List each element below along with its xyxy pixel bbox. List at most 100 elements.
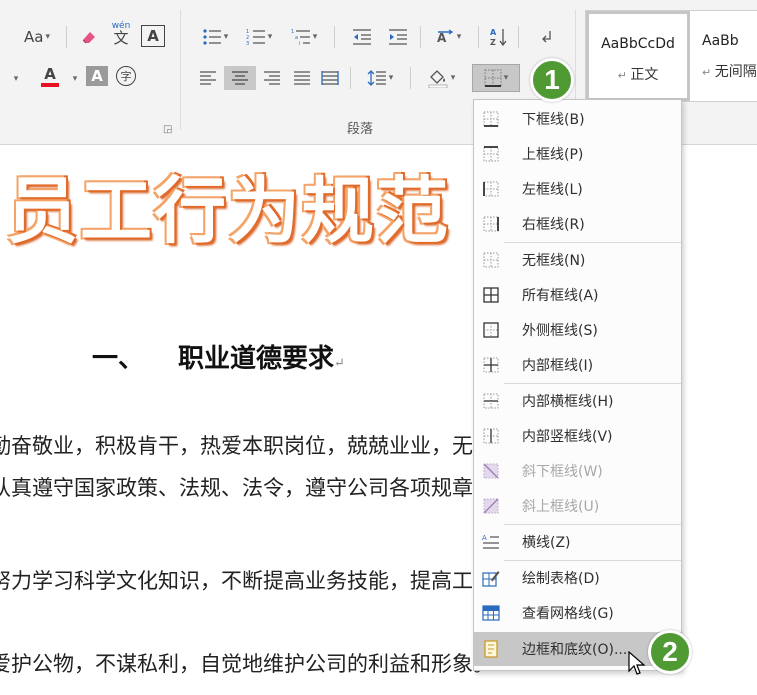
borders-dropdown-menu: 下框线(B) 上框线(P) 左框线(L) 右框线(R) 无框线(N) 所有框线(…: [473, 99, 682, 671]
align-right-icon: [264, 71, 280, 85]
style-preview: AaBbCcDd: [601, 36, 675, 52]
borders-shading-icon: [482, 640, 500, 658]
inside-vertical-border-icon: [482, 427, 500, 445]
all-borders-icon: [482, 286, 500, 304]
eraser-icon: [82, 32, 95, 44]
change-case-label: Aa: [24, 28, 44, 46]
svg-text:A: A: [482, 534, 487, 542]
menu-item-label: 绘制表格(D): [522, 571, 600, 587]
svg-text:A: A: [437, 31, 447, 45]
document-title: 员工行为规范: [6, 168, 451, 253]
font-color-label: A: [44, 65, 56, 83]
svg-text:3: 3: [246, 41, 249, 46]
shading-button[interactable]: ▾: [420, 66, 462, 90]
numbering-button[interactable]: 1 2 3 ▾: [240, 25, 278, 49]
menu-item-horizontal-line[interactable]: A 横线(Z): [474, 525, 681, 559]
sort-icon: AZ: [490, 28, 507, 47]
view-gridlines-icon: [482, 604, 500, 622]
style-normal[interactable]: AaBbCcDd ↵ 正文: [586, 11, 690, 101]
menu-item-inside-horizontal-border[interactable]: 内部横框线(H): [474, 384, 681, 418]
inside-horizontal-border-icon: [482, 392, 500, 410]
step-badge-1: 1: [530, 58, 574, 102]
divider: [410, 67, 411, 89]
menu-item-label: 边框和底纹(O)...: [522, 642, 628, 658]
divider: [334, 26, 335, 48]
horizontal-line-icon: A: [482, 533, 500, 551]
chevron-down-icon: ▾: [45, 32, 50, 42]
align-center-icon: [232, 71, 248, 85]
show-hide-marks-button[interactable]: [534, 25, 558, 49]
sort-button[interactable]: AZ: [486, 25, 512, 49]
character-border-label: A: [147, 27, 159, 45]
diagonal-down-border-icon: [482, 462, 500, 480]
menu-item-no-border[interactable]: 无框线(N): [474, 243, 681, 277]
chinese-layout-icon: A: [437, 29, 453, 45]
paragraph-group-label: 段落: [347, 122, 374, 137]
menu-item-top-border[interactable]: 上框线(P): [474, 137, 681, 171]
menu-item-label: 外侧框线(S): [522, 323, 598, 339]
menu-item-all-borders[interactable]: 所有框线(A): [474, 278, 681, 312]
align-right-button[interactable]: [260, 66, 284, 90]
menu-item-inside-vertical-border[interactable]: 内部竖框线(V): [474, 419, 681, 453]
menu-item-label: 无框线(N): [522, 253, 586, 269]
change-case-button[interactable]: Aa ▾: [14, 25, 60, 49]
menu-item-label: 内部横框线(H): [522, 394, 614, 410]
phonetic-guide-button[interactable]: wén 文: [106, 22, 136, 46]
body-line: 爱护公物，不谋私利，自觉地维护公司的利益和形象。: [0, 652, 494, 676]
divider: [66, 26, 67, 48]
align-center-button[interactable]: [224, 66, 256, 90]
multilevel-list-button[interactable]: 1 a i ▾: [284, 25, 324, 49]
decrease-indent-button[interactable]: [348, 25, 376, 49]
menu-item-inside-borders[interactable]: 内部框线(I): [474, 348, 681, 382]
bullet-list-icon: [203, 29, 221, 45]
justify-button[interactable]: [290, 66, 314, 90]
style-no-spacing[interactable]: AaBb ↵ 无间隔: [692, 11, 757, 101]
svg-text:a: a: [295, 35, 298, 41]
increase-indent-button[interactable]: [384, 25, 412, 49]
left-border-icon: [482, 180, 500, 198]
menu-item-right-border[interactable]: 右框线(R): [474, 207, 681, 241]
no-border-icon: [482, 251, 500, 269]
phonetic-guide-char: 文: [113, 29, 129, 47]
chevron-down-icon[interactable]: ▾: [68, 67, 80, 91]
chinese-layout-button[interactable]: A ▾: [428, 25, 468, 49]
chevron-down-icon[interactable]: ▾: [8, 67, 22, 91]
enclose-characters-button[interactable]: 字: [114, 64, 138, 88]
bullets-button[interactable]: ▾: [196, 25, 234, 49]
borders-button[interactable]: ▾: [472, 64, 520, 92]
menu-item-bottom-border[interactable]: 下框线(B): [474, 102, 681, 136]
right-border-icon: [482, 215, 500, 233]
justify-icon: [294, 71, 310, 85]
menu-item-label: 内部竖框线(V): [522, 429, 613, 445]
section-number: 一、: [92, 344, 145, 374]
menu-item-label: 左框线(L): [522, 182, 583, 198]
top-border-icon: [482, 145, 500, 163]
character-shading-button[interactable]: A: [86, 66, 108, 86]
section-title: 职业道德要求: [178, 344, 335, 374]
bottom-border-icon: [482, 110, 500, 128]
clear-formatting-button[interactable]: [76, 25, 102, 49]
menu-item-draw-table[interactable]: 绘制表格(D): [474, 561, 681, 595]
menu-item-left-border[interactable]: 左框线(L): [474, 172, 681, 206]
distributed-button[interactable]: [318, 66, 342, 90]
divider: [518, 26, 519, 48]
menu-item-outside-borders[interactable]: 外侧框线(S): [474, 313, 681, 347]
decrease-indent-icon: [353, 29, 371, 45]
font-dialog-launcher-icon[interactable]: ◲: [163, 124, 172, 135]
svg-text:1: 1: [291, 29, 294, 35]
line-spacing-button[interactable]: ▾: [360, 66, 400, 90]
divider: [420, 26, 421, 48]
font-color-button[interactable]: A: [30, 64, 70, 88]
menu-item-view-gridlines[interactable]: 查看网格线(G): [474, 596, 681, 630]
diagonal-up-border-icon: [482, 497, 500, 515]
outside-borders-icon: [482, 321, 500, 339]
align-left-button[interactable]: [196, 66, 220, 90]
paint-bucket-icon: [428, 70, 448, 88]
menu-item-label: 斜上框线(U): [522, 499, 600, 515]
paragraph-mark-icon: [542, 31, 551, 43]
align-left-icon: [200, 71, 216, 85]
divider: [478, 26, 479, 48]
character-border-button[interactable]: A: [141, 25, 165, 47]
menu-item-label: 右框线(R): [522, 217, 585, 233]
group-divider: [180, 10, 181, 130]
